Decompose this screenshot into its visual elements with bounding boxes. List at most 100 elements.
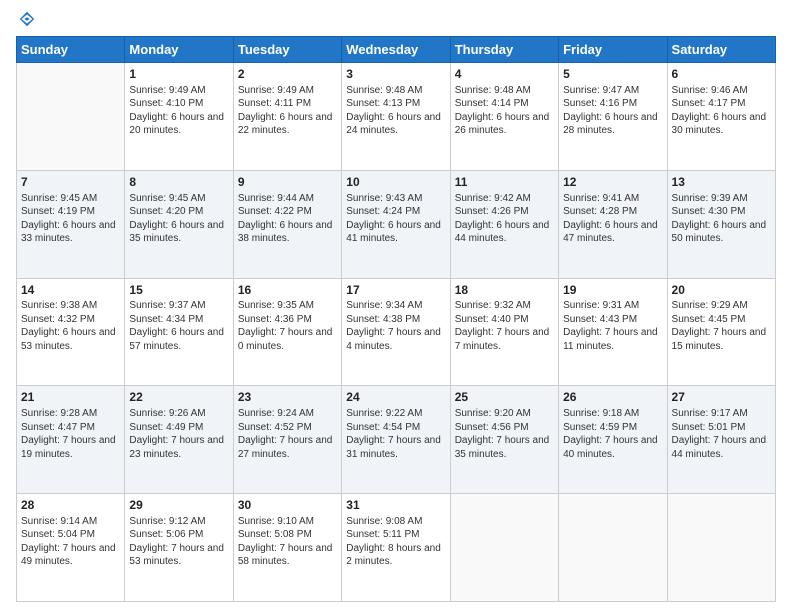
day-number: 2: [238, 66, 337, 83]
day-number: 27: [672, 389, 771, 406]
calendar-week-1: 1Sunrise: 9:49 AMSunset: 4:10 PMDaylight…: [17, 63, 776, 171]
logo-text: [16, 10, 36, 28]
calendar-header-wednesday: Wednesday: [342, 37, 450, 63]
calendar-header-friday: Friday: [559, 37, 667, 63]
calendar-cell: 26Sunrise: 9:18 AMSunset: 4:59 PMDayligh…: [559, 386, 667, 494]
calendar-week-5: 28Sunrise: 9:14 AMSunset: 5:04 PMDayligh…: [17, 494, 776, 602]
day-number: 3: [346, 66, 445, 83]
calendar-header-row: SundayMondayTuesdayWednesdayThursdayFrid…: [17, 37, 776, 63]
day-number: 13: [672, 174, 771, 191]
day-number: 29: [129, 497, 228, 514]
calendar-cell: 21Sunrise: 9:28 AMSunset: 4:47 PMDayligh…: [17, 386, 125, 494]
day-info: Sunrise: 9:35 AMSunset: 4:36 PMDaylight:…: [238, 299, 337, 353]
calendar-cell: 10Sunrise: 9:43 AMSunset: 4:24 PMDayligh…: [342, 170, 450, 278]
day-number: 4: [455, 66, 554, 83]
calendar-header-tuesday: Tuesday: [233, 37, 341, 63]
calendar-cell: [667, 494, 775, 602]
calendar-cell: 4Sunrise: 9:48 AMSunset: 4:14 PMDaylight…: [450, 63, 558, 171]
calendar-cell: 19Sunrise: 9:31 AMSunset: 4:43 PMDayligh…: [559, 278, 667, 386]
day-number: 26: [563, 389, 662, 406]
day-info: Sunrise: 9:34 AMSunset: 4:38 PMDaylight:…: [346, 299, 445, 353]
day-info: Sunrise: 9:17 AMSunset: 5:01 PMDaylight:…: [672, 407, 771, 461]
day-info: Sunrise: 9:42 AMSunset: 4:26 PMDaylight:…: [455, 192, 554, 246]
calendar-cell: 23Sunrise: 9:24 AMSunset: 4:52 PMDayligh…: [233, 386, 341, 494]
calendar-cell: [559, 494, 667, 602]
day-info: Sunrise: 9:29 AMSunset: 4:45 PMDaylight:…: [672, 299, 771, 353]
calendar-cell: 14Sunrise: 9:38 AMSunset: 4:32 PMDayligh…: [17, 278, 125, 386]
calendar-cell: 30Sunrise: 9:10 AMSunset: 5:08 PMDayligh…: [233, 494, 341, 602]
calendar-cell: 3Sunrise: 9:48 AMSunset: 4:13 PMDaylight…: [342, 63, 450, 171]
day-number: 9: [238, 174, 337, 191]
day-info: Sunrise: 9:24 AMSunset: 4:52 PMDaylight:…: [238, 407, 337, 461]
day-info: Sunrise: 9:46 AMSunset: 4:17 PMDaylight:…: [672, 84, 771, 138]
day-info: Sunrise: 9:41 AMSunset: 4:28 PMDaylight:…: [563, 192, 662, 246]
day-number: 1: [129, 66, 228, 83]
day-number: 30: [238, 497, 337, 514]
calendar-cell: 25Sunrise: 9:20 AMSunset: 4:56 PMDayligh…: [450, 386, 558, 494]
day-info: Sunrise: 9:12 AMSunset: 5:06 PMDaylight:…: [129, 515, 228, 569]
day-number: 28: [21, 497, 120, 514]
day-info: Sunrise: 9:20 AMSunset: 4:56 PMDaylight:…: [455, 407, 554, 461]
calendar-cell: 18Sunrise: 9:32 AMSunset: 4:40 PMDayligh…: [450, 278, 558, 386]
calendar-cell: 17Sunrise: 9:34 AMSunset: 4:38 PMDayligh…: [342, 278, 450, 386]
calendar-header-thursday: Thursday: [450, 37, 558, 63]
calendar-cell: [450, 494, 558, 602]
day-info: Sunrise: 9:22 AMSunset: 4:54 PMDaylight:…: [346, 407, 445, 461]
day-number: 6: [672, 66, 771, 83]
day-info: Sunrise: 9:45 AMSunset: 4:20 PMDaylight:…: [129, 192, 228, 246]
logo-icon: [18, 10, 36, 28]
calendar-cell: [17, 63, 125, 171]
calendar-cell: 1Sunrise: 9:49 AMSunset: 4:10 PMDaylight…: [125, 63, 233, 171]
day-info: Sunrise: 9:32 AMSunset: 4:40 PMDaylight:…: [455, 299, 554, 353]
day-info: Sunrise: 9:38 AMSunset: 4:32 PMDaylight:…: [21, 299, 120, 353]
day-number: 31: [346, 497, 445, 514]
calendar-cell: 5Sunrise: 9:47 AMSunset: 4:16 PMDaylight…: [559, 63, 667, 171]
calendar-cell: 7Sunrise: 9:45 AMSunset: 4:19 PMDaylight…: [17, 170, 125, 278]
logo: [16, 10, 36, 28]
calendar: SundayMondayTuesdayWednesdayThursdayFrid…: [16, 36, 776, 602]
calendar-cell: 11Sunrise: 9:42 AMSunset: 4:26 PMDayligh…: [450, 170, 558, 278]
calendar-cell: 22Sunrise: 9:26 AMSunset: 4:49 PMDayligh…: [125, 386, 233, 494]
calendar-cell: 16Sunrise: 9:35 AMSunset: 4:36 PMDayligh…: [233, 278, 341, 386]
day-number: 16: [238, 282, 337, 299]
day-info: Sunrise: 9:14 AMSunset: 5:04 PMDaylight:…: [21, 515, 120, 569]
calendar-cell: 8Sunrise: 9:45 AMSunset: 4:20 PMDaylight…: [125, 170, 233, 278]
day-number: 14: [21, 282, 120, 299]
day-info: Sunrise: 9:28 AMSunset: 4:47 PMDaylight:…: [21, 407, 120, 461]
calendar-cell: 31Sunrise: 9:08 AMSunset: 5:11 PMDayligh…: [342, 494, 450, 602]
calendar-cell: 24Sunrise: 9:22 AMSunset: 4:54 PMDayligh…: [342, 386, 450, 494]
day-number: 19: [563, 282, 662, 299]
calendar-cell: 15Sunrise: 9:37 AMSunset: 4:34 PMDayligh…: [125, 278, 233, 386]
calendar-cell: 6Sunrise: 9:46 AMSunset: 4:17 PMDaylight…: [667, 63, 775, 171]
day-number: 10: [346, 174, 445, 191]
day-info: Sunrise: 9:26 AMSunset: 4:49 PMDaylight:…: [129, 407, 228, 461]
day-number: 8: [129, 174, 228, 191]
day-number: 5: [563, 66, 662, 83]
calendar-cell: 28Sunrise: 9:14 AMSunset: 5:04 PMDayligh…: [17, 494, 125, 602]
day-info: Sunrise: 9:18 AMSunset: 4:59 PMDaylight:…: [563, 407, 662, 461]
day-number: 22: [129, 389, 228, 406]
day-number: 15: [129, 282, 228, 299]
day-info: Sunrise: 9:45 AMSunset: 4:19 PMDaylight:…: [21, 192, 120, 246]
day-number: 24: [346, 389, 445, 406]
calendar-header-monday: Monday: [125, 37, 233, 63]
day-number: 23: [238, 389, 337, 406]
day-number: 18: [455, 282, 554, 299]
calendar-header-sunday: Sunday: [17, 37, 125, 63]
calendar-cell: 2Sunrise: 9:49 AMSunset: 4:11 PMDaylight…: [233, 63, 341, 171]
day-info: Sunrise: 9:49 AMSunset: 4:10 PMDaylight:…: [129, 84, 228, 138]
day-number: 12: [563, 174, 662, 191]
calendar-week-4: 21Sunrise: 9:28 AMSunset: 4:47 PMDayligh…: [17, 386, 776, 494]
calendar-week-3: 14Sunrise: 9:38 AMSunset: 4:32 PMDayligh…: [17, 278, 776, 386]
day-info: Sunrise: 9:49 AMSunset: 4:11 PMDaylight:…: [238, 84, 337, 138]
day-info: Sunrise: 9:44 AMSunset: 4:22 PMDaylight:…: [238, 192, 337, 246]
calendar-header-saturday: Saturday: [667, 37, 775, 63]
day-number: 21: [21, 389, 120, 406]
day-number: 20: [672, 282, 771, 299]
day-number: 7: [21, 174, 120, 191]
page: SundayMondayTuesdayWednesdayThursdayFrid…: [0, 0, 792, 612]
day-info: Sunrise: 9:39 AMSunset: 4:30 PMDaylight:…: [672, 192, 771, 246]
calendar-cell: 27Sunrise: 9:17 AMSunset: 5:01 PMDayligh…: [667, 386, 775, 494]
day-info: Sunrise: 9:43 AMSunset: 4:24 PMDaylight:…: [346, 192, 445, 246]
day-info: Sunrise: 9:48 AMSunset: 4:13 PMDaylight:…: [346, 84, 445, 138]
